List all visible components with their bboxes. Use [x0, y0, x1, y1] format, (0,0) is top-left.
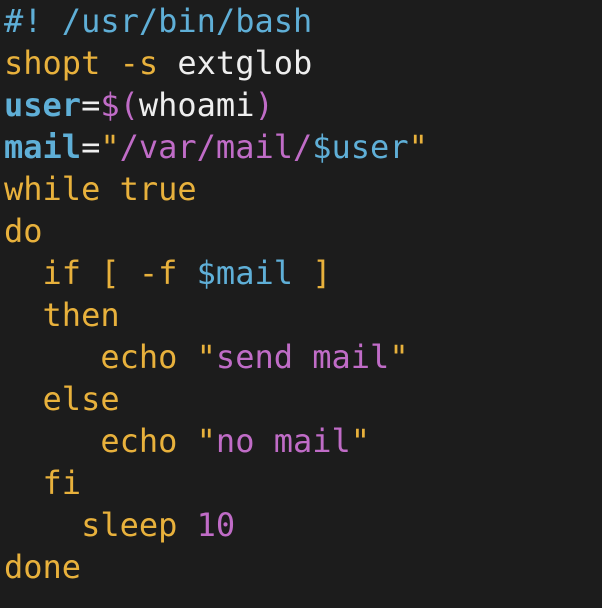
test-flag: -f	[119, 254, 178, 292]
quote-close: "	[389, 338, 409, 376]
subst-command: whoami	[138, 86, 255, 124]
number-literal: 10	[177, 506, 236, 544]
subst-close: )	[254, 86, 274, 124]
code-line-4: mail="/var/mail/$user"	[4, 126, 428, 168]
variable-reference: $user	[312, 128, 409, 166]
flag: -s	[100, 44, 159, 82]
bracket-open: [	[81, 254, 120, 292]
variable-reference: $mail	[177, 254, 293, 292]
keyword-if: if	[42, 254, 82, 292]
code-line-5: while true	[4, 168, 197, 210]
keyword-else: else	[42, 380, 120, 418]
bracket-close: ]	[292, 254, 332, 292]
shebang: #! /usr/bin/bash	[4, 2, 313, 40]
command-echo: echo	[100, 338, 178, 376]
keyword-true: true	[100, 170, 197, 208]
code-line-13: sleep 10	[4, 504, 235, 546]
keyword-done: done	[4, 548, 82, 586]
variable-name: user	[4, 86, 82, 124]
quote-close: "	[408, 128, 428, 166]
keyword-fi: fi	[42, 464, 82, 502]
code-line-7: if [ -f $mail ]	[4, 252, 332, 294]
argument: extglob	[158, 44, 313, 82]
code-line-12: fi	[4, 462, 82, 504]
code-line-6: do	[4, 210, 43, 252]
command-shopt: shopt	[4, 44, 101, 82]
code-line-14: done	[4, 546, 81, 588]
code-line-8: then	[4, 294, 120, 336]
assign-operator: =	[81, 128, 101, 166]
assign-operator: =	[81, 86, 101, 124]
code-line-1: #! /usr/bin/bash	[4, 0, 312, 42]
string-literal: no mail	[215, 422, 351, 460]
keyword-while: while	[4, 170, 101, 208]
keyword-do: do	[4, 212, 43, 250]
subst-open: $(	[100, 86, 139, 124]
string-literal: /var/mail/	[119, 128, 313, 166]
variable-name: mail	[4, 128, 82, 166]
quote-open: "	[177, 338, 216, 376]
code-editor[interactable]: #! /usr/bin/bash shopt -s extglob user=$…	[0, 0, 602, 608]
quote-open: "	[100, 128, 120, 166]
code-line-11: echo "no mail"	[4, 420, 370, 462]
quote-close: "	[350, 422, 371, 460]
code-line-3: user=$(whoami)	[4, 84, 274, 126]
keyword-then: then	[42, 296, 120, 334]
string-literal: send mail	[215, 338, 390, 376]
command-echo: echo	[100, 422, 178, 460]
code-line-2: shopt -s extglob	[4, 42, 312, 84]
code-line-9: echo "send mail"	[4, 336, 409, 378]
command-sleep: sleep	[81, 506, 178, 544]
quote-open: "	[177, 422, 216, 460]
code-line-10: else	[4, 378, 120, 420]
